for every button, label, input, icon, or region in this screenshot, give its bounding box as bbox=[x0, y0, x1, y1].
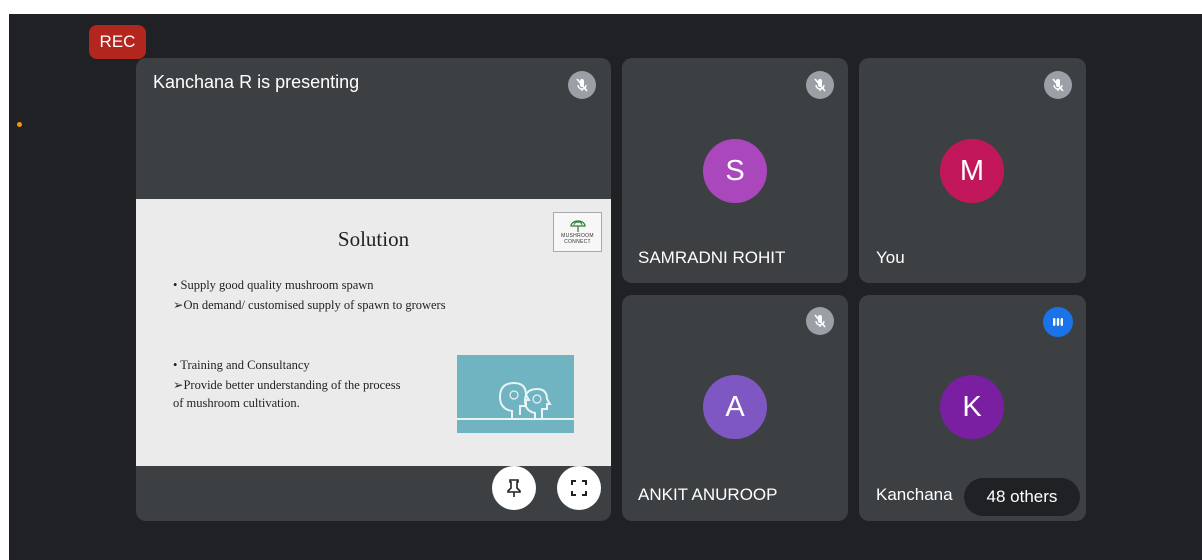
mic-off-icon bbox=[1044, 71, 1072, 99]
participant-name: SAMRADNI ROHIT bbox=[638, 248, 786, 267]
avatar: A bbox=[703, 375, 767, 439]
presentation-slide: Solution MUSHROOM CONNECT • Supply good … bbox=[136, 199, 611, 466]
pin-icon bbox=[507, 479, 521, 497]
logo-text-bottom: CONNECT bbox=[564, 239, 591, 245]
recording-badge: REC bbox=[89, 25, 146, 59]
participant-tile[interactable]: A ANKIT ANUROOP bbox=[622, 295, 848, 521]
fullscreen-icon bbox=[571, 480, 587, 496]
consultancy-image bbox=[457, 355, 574, 433]
status-dot bbox=[17, 122, 22, 127]
presentation-title: Kanchana R is presenting bbox=[153, 72, 360, 92]
slide-bullet: • Training and Consultancy bbox=[173, 358, 310, 372]
slide-bullet: • Supply good quality mushroom spawn bbox=[173, 278, 374, 292]
mic-off-icon bbox=[568, 71, 596, 99]
participant-tile[interactable]: M You bbox=[859, 58, 1086, 283]
slide-title: Solution bbox=[337, 227, 410, 251]
avatar: K bbox=[940, 375, 1004, 439]
participant-name: ANKIT ANUROOP bbox=[638, 485, 778, 504]
mushroom-connect-logo: MUSHROOM CONNECT bbox=[553, 212, 602, 252]
speaking-indicator-icon bbox=[1043, 307, 1073, 337]
others-count-button[interactable]: 48 others bbox=[964, 478, 1080, 516]
slide-text: of mushroom cultivation. bbox=[173, 396, 300, 410]
participant-name: You bbox=[876, 248, 905, 267]
participant-tile[interactable]: S SAMRADNI ROHIT bbox=[622, 58, 848, 283]
mic-off-icon bbox=[806, 71, 834, 99]
avatar: M bbox=[940, 139, 1004, 203]
participant-tile[interactable]: K Kanchana 48 others bbox=[859, 295, 1086, 521]
fullscreen-button[interactable] bbox=[557, 466, 601, 510]
participant-name: Kanchana bbox=[876, 485, 953, 504]
slide-subbullet: ➢Provide better understanding of the pro… bbox=[173, 378, 401, 392]
avatar: S bbox=[703, 139, 767, 203]
mushroom-icon bbox=[569, 220, 586, 232]
pin-button[interactable] bbox=[492, 466, 536, 510]
slide-subbullet: ➢On demand/ customised supply of spawn t… bbox=[173, 298, 446, 312]
mic-off-icon bbox=[806, 307, 834, 335]
presentation-tile[interactable]: Kanchana R is presenting Solution MUSHRO… bbox=[136, 58, 611, 521]
